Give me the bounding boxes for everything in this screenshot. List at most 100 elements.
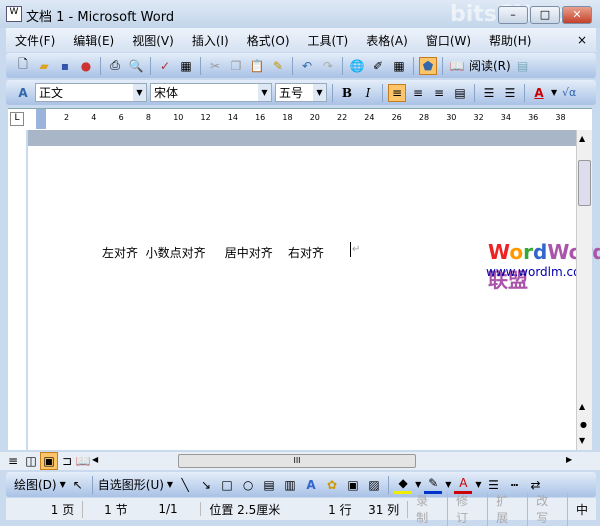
distribute-icon[interactable]: ▤ xyxy=(451,84,469,102)
standard-toolbar: 🗋 ▰ ▪ ● ⎙ 🔍 ✓ ▦ ✂ ❐ 📋 ✎ ↶ ↷ 🌐 ✐ ▦ ⬟ 📖 阅读… xyxy=(6,53,596,78)
line-color-icon[interactable]: ✎ xyxy=(424,476,443,494)
chevron-down-icon: ▼ xyxy=(313,84,326,101)
horizontal-scroll-thumb[interactable]: III xyxy=(178,454,416,468)
print-icon[interactable]: ⎙ xyxy=(106,57,124,75)
bullets-icon[interactable]: ☰ xyxy=(501,84,519,102)
next-page-icon[interactable]: ▼ xyxy=(579,436,585,445)
maximize-button[interactable]: □ xyxy=(530,6,560,24)
copy-icon[interactable]: ❐ xyxy=(227,57,245,75)
menu-table[interactable]: 表格(A) xyxy=(357,32,417,49)
vertical-textbox-icon[interactable]: ▥ xyxy=(281,476,299,494)
line-style-icon[interactable]: ☰ xyxy=(485,476,503,494)
redo-icon[interactable]: ↷ xyxy=(319,57,337,75)
tables-borders-icon[interactable]: ✐ xyxy=(369,57,387,75)
font-color-button[interactable]: A xyxy=(530,84,548,102)
permission-icon[interactable]: ● xyxy=(77,57,95,75)
oval-icon[interactable]: ○ xyxy=(239,476,257,494)
align-center-icon[interactable]: ≡ xyxy=(409,84,427,102)
menu-window[interactable]: 窗口(W) xyxy=(417,32,480,49)
print-layout-icon[interactable]: ▣ xyxy=(40,452,58,470)
fill-color-icon[interactable]: ◆ xyxy=(394,476,413,494)
vertical-scrollbar[interactable]: ▲ ▲ ● ▼ xyxy=(576,130,592,450)
select-objects-icon[interactable]: ↖ xyxy=(69,476,87,494)
menu-tools[interactable]: 工具(T) xyxy=(299,32,358,49)
menu-edit[interactable]: 编辑(E) xyxy=(64,32,123,49)
align-justify-icon[interactable]: ≡ xyxy=(388,83,406,102)
style-select[interactable]: 正文 ▼ xyxy=(35,83,147,102)
minimize-button[interactable]: – xyxy=(498,6,528,24)
ruler-tick-label: 28 xyxy=(418,113,430,122)
new-icon[interactable]: 🗋 xyxy=(14,57,32,75)
font-select[interactable]: 宋体 ▼ xyxy=(150,83,272,102)
ruler-tick-label: 6 xyxy=(118,113,124,122)
tab-selector[interactable]: L xyxy=(10,112,24,126)
open-icon[interactable]: ▰ xyxy=(35,57,53,75)
status-bar: 1 页 1 节 1/1 位置 2.5厘米 1 行 31 列 录制 修订 扩展 改… xyxy=(6,492,596,526)
print-preview-icon[interactable]: 🔍 xyxy=(127,57,145,75)
previous-page-icon[interactable]: ▲ xyxy=(579,402,585,411)
menu-help[interactable]: 帮助(H) xyxy=(480,32,540,49)
chevron-down-icon: ▼ xyxy=(133,84,146,101)
status-overtype[interactable]: 改写 xyxy=(528,492,569,526)
picture-icon[interactable]: ▨ xyxy=(365,476,383,494)
menu-view[interactable]: 视图(V) xyxy=(123,32,183,49)
ruler-tick-label: 4 xyxy=(91,113,97,122)
textbox-icon[interactable]: ▤ xyxy=(260,476,278,494)
status-extend[interactable]: 扩展 xyxy=(488,492,529,526)
horizontal-ruler[interactable]: L 2 4 6 8 10 12 14 16 18 20 22 24 26 28 30 32 34 36 38 xyxy=(8,108,592,130)
status-record[interactable]: 录制 xyxy=(408,492,449,526)
save-icon[interactable]: ▪ xyxy=(56,57,74,75)
paste-icon[interactable]: 📋 xyxy=(248,57,266,75)
research-icon[interactable]: ▦ xyxy=(177,57,195,75)
browse-object-icon[interactable]: ● xyxy=(580,420,587,429)
text-cursor xyxy=(350,242,351,257)
wordart-icon[interactable]: A xyxy=(302,476,320,494)
undo-icon[interactable]: ↶ xyxy=(298,57,316,75)
draw-menu-button[interactable]: 绘图(D) xyxy=(14,476,57,493)
reading-view-icon[interactable]: 📖 xyxy=(74,452,92,470)
italic-button[interactable]: I xyxy=(359,84,377,102)
menu-file[interactable]: 文件(F) xyxy=(6,32,64,49)
bold-button[interactable]: B xyxy=(338,84,356,102)
document-page[interactable]: 左对齐 小数点对齐 居中对齐 右对齐 ↵ WordWord联盟 www.word… xyxy=(28,130,600,450)
ruler-tick-label: 34 xyxy=(500,113,511,122)
indent-marker[interactable] xyxy=(36,109,46,129)
arrow-style-icon[interactable]: ⇄ xyxy=(527,476,545,494)
hyperlink-icon[interactable]: 🌐 xyxy=(348,57,366,75)
status-column: 31 列 xyxy=(360,500,409,518)
style-value: 正文 xyxy=(39,86,64,100)
vertical-scroll-thumb[interactable] xyxy=(578,160,591,206)
scroll-left-icon[interactable]: ◀ xyxy=(92,455,98,464)
scroll-right-icon[interactable]: ▶ xyxy=(566,455,572,464)
diagram-icon[interactable]: ✿ xyxy=(323,476,341,494)
menu-format[interactable]: 格式(O) xyxy=(238,32,299,49)
web-view-icon[interactable]: ◫ xyxy=(22,452,40,470)
extra-icon[interactable]: ▤ xyxy=(514,57,532,75)
normal-view-icon[interactable]: ≡ xyxy=(4,452,22,470)
status-track[interactable]: 修订 xyxy=(448,492,489,526)
spelling-icon[interactable]: ✓ xyxy=(156,57,174,75)
arrow-icon[interactable]: ↘ xyxy=(197,476,215,494)
equation-button[interactable]: √α xyxy=(560,84,578,102)
read-button[interactable]: 阅读(R) xyxy=(469,57,511,74)
numbering-icon[interactable]: ☰ xyxy=(480,84,498,102)
autoshapes-button[interactable]: 自选图形(U) xyxy=(98,476,164,493)
close-button[interactable]: ✕ xyxy=(562,6,592,24)
drawing-toggle-icon[interactable]: ⬟ xyxy=(419,56,437,75)
align-right-icon[interactable]: ≡ xyxy=(430,84,448,102)
close-doc-button[interactable]: × xyxy=(568,33,596,47)
ruler-tick-label: 8 xyxy=(145,113,151,122)
line-icon[interactable]: ╲ xyxy=(176,476,194,494)
styles-icon[interactable]: A xyxy=(14,84,32,102)
font-color-icon[interactable]: A xyxy=(454,476,473,494)
dash-style-icon[interactable]: ┅ xyxy=(506,476,524,494)
scroll-up-icon[interactable]: ▲ xyxy=(579,134,585,143)
rectangle-icon[interactable]: □ xyxy=(218,476,236,494)
vertical-ruler[interactable] xyxy=(8,130,26,450)
size-select[interactable]: 五号 ▼ xyxy=(275,83,327,102)
format-painter-icon[interactable]: ✎ xyxy=(269,57,287,75)
menu-insert[interactable]: 插入(I) xyxy=(183,32,238,49)
insert-table-icon[interactable]: ▦ xyxy=(390,57,408,75)
cut-icon[interactable]: ✂ xyxy=(206,57,224,75)
clipart-icon[interactable]: ▣ xyxy=(344,476,362,494)
